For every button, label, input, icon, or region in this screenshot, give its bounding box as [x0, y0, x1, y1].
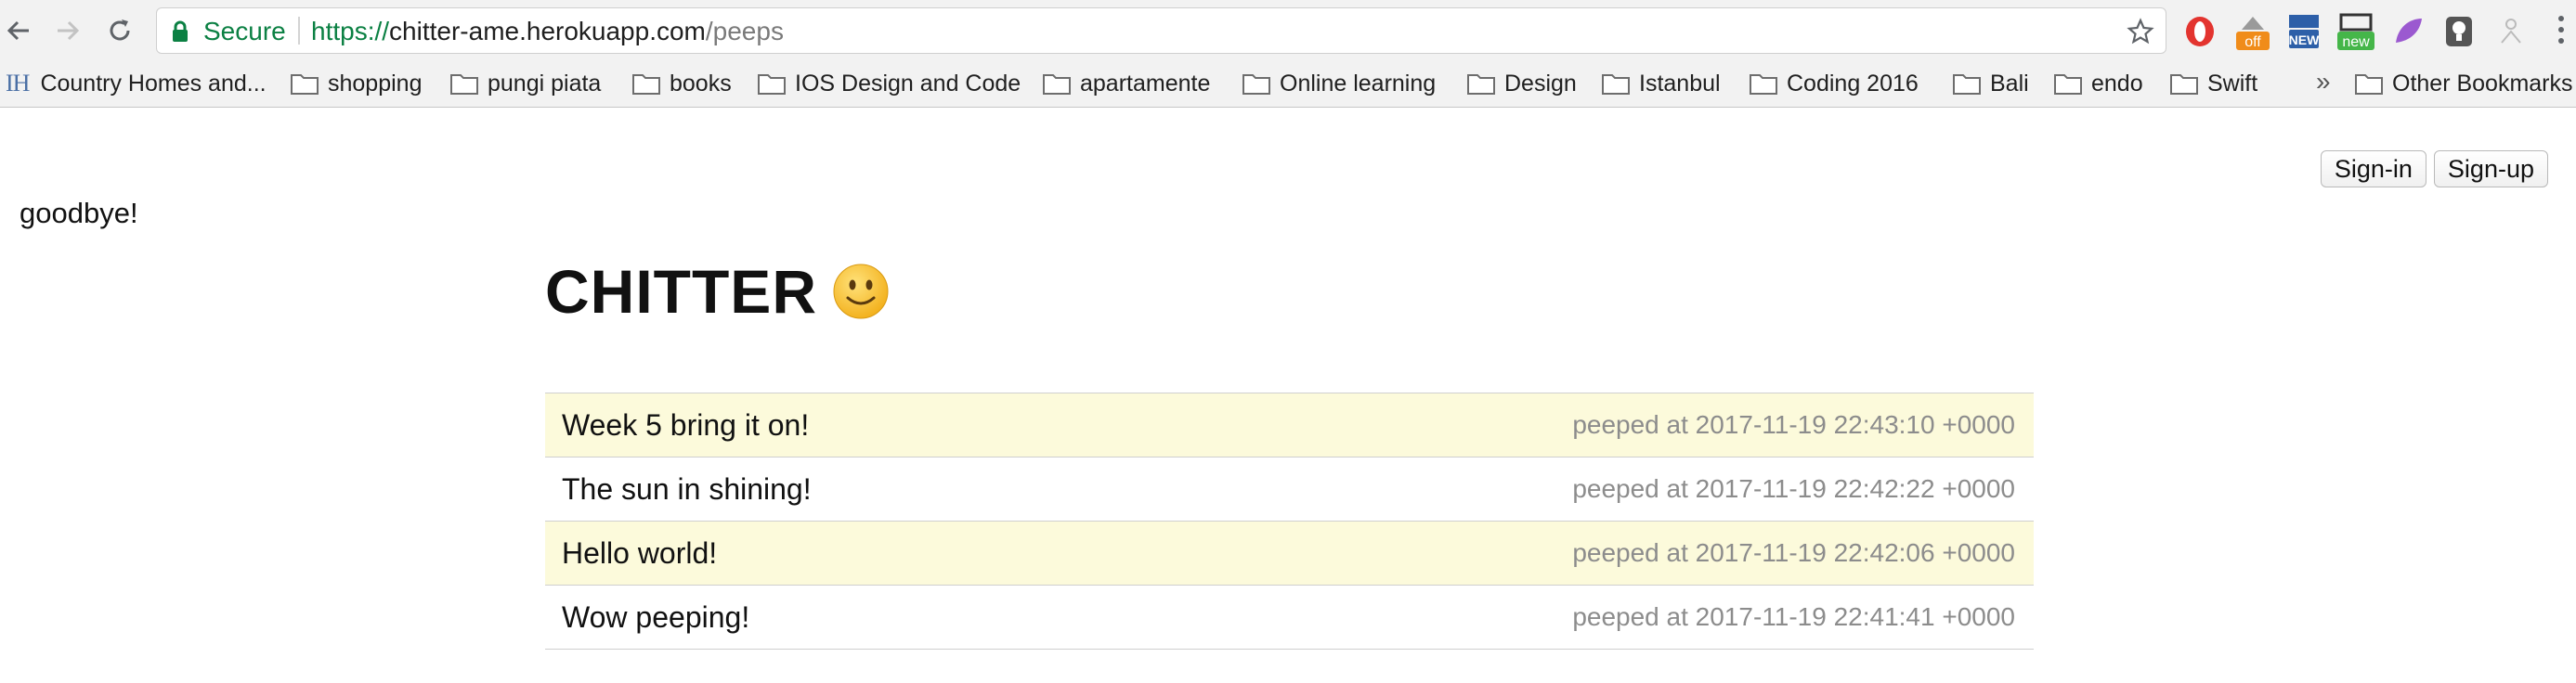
bookmark-folder[interactable]: Design — [1467, 67, 1577, 100]
smiley-face-icon — [833, 264, 889, 319]
url-host: chitter-ame.herokuapp.com — [389, 17, 706, 45]
honey-off-icon[interactable]: off — [2232, 11, 2273, 52]
bookmark-label: Istanbul — [1639, 70, 1721, 97]
flash-message: goodbye! — [20, 197, 138, 229]
url-scheme: https:// — [311, 17, 390, 45]
url-path: /peeps — [705, 17, 784, 45]
bookmark-folder[interactable]: Bali — [1953, 67, 2029, 100]
folder-icon — [758, 74, 786, 95]
bookmark-folder[interactable]: IOS Design and Code — [758, 67, 1021, 100]
folder-icon — [2355, 74, 2383, 95]
bookmark-label: apartamente — [1080, 70, 1211, 97]
bookmark-label: shopping — [328, 70, 423, 97]
peep-message: Wow peeping! — [562, 599, 750, 634]
bookmark-label: Swift — [2207, 70, 2258, 97]
site-favicon-icon: IH — [6, 70, 30, 97]
bookmark-label: Other Bookmarks — [2392, 70, 2573, 97]
address-bar[interactable]: Secure https://chitter-ame.herokuapp.com… — [156, 7, 2166, 54]
peep-message: The sun in shining! — [562, 471, 812, 506]
peep-timestamp: peeped at 2017-11-19 22:41:41 +0000 — [1572, 602, 2015, 631]
address-divider — [298, 17, 300, 45]
auth-buttons: Sign-in Sign-up — [2320, 150, 2548, 187]
other-bookmarks-folder[interactable]: Other Bookmarks — [2355, 67, 2573, 100]
sign-in-button[interactable]: Sign-in — [2320, 150, 2426, 187]
feather-icon[interactable] — [2388, 11, 2429, 52]
bookmark-label: Design — [1504, 70, 1577, 97]
peep-message: Hello world! — [562, 535, 718, 570]
bookmark-label: books — [670, 70, 732, 97]
folder-icon — [632, 74, 660, 95]
bookmark-label: Bali — [1990, 70, 2029, 97]
folder-icon — [2054, 74, 2082, 95]
lock-icon — [173, 20, 188, 42]
svg-text:off: off — [2244, 34, 2261, 50]
page-header: CHITTER — [545, 256, 890, 327]
bookmark-label: Coding 2016 — [1787, 70, 1919, 97]
secure-label: Secure — [203, 17, 286, 45]
peep-row: Wow peeping! peeped at 2017-11-19 22:41:… — [545, 586, 2034, 650]
bookmark-label: endo — [2091, 70, 2143, 97]
bookmark-star-icon[interactable] — [2127, 18, 2154, 45]
peep-row: Hello world! peeped at 2017-11-19 22:42:… — [545, 522, 2034, 586]
bookmarks-overflow-chevron[interactable]: » — [2316, 67, 2331, 97]
folder-icon — [1602, 74, 1630, 95]
bookmark-folder[interactable]: endo — [2054, 67, 2143, 100]
bookmarks-bar: IH Country Homes and... shopping pungi p… — [0, 61, 2576, 108]
browser-toolbar: Secure https://chitter-ame.herokuapp.com… — [0, 0, 2576, 61]
bookmark-label: IOS Design and Code — [795, 70, 1021, 97]
bulb-icon[interactable] — [2439, 11, 2479, 52]
folder-icon — [1467, 74, 1495, 95]
page-title: CHITTER — [545, 257, 817, 326]
new-badge-icon[interactable]: NEW — [2283, 11, 2324, 52]
bookmark-folder[interactable]: pungi piata — [450, 67, 601, 100]
reload-icon — [110, 19, 130, 41]
new-green-icon[interactable]: new — [2335, 11, 2376, 52]
bookmark-folder[interactable]: books — [632, 67, 732, 100]
peep-message: Week 5 bring it on! — [562, 407, 810, 442]
bookmark-item[interactable]: IH Country Homes and... — [6, 67, 267, 100]
folder-icon — [291, 74, 319, 95]
peep-timestamp: peeped at 2017-11-19 22:43:10 +0000 — [1572, 410, 2015, 439]
peep-timestamp: peeped at 2017-11-19 22:42:06 +0000 — [1572, 538, 2015, 567]
folder-icon — [1242, 74, 1270, 95]
folder-icon — [2170, 74, 2198, 95]
peep-row: The sun in shining! peeped at 2017-11-19… — [545, 457, 2034, 522]
folder-icon — [1043, 74, 1071, 95]
bookmark-folder[interactable]: Istanbul — [1602, 67, 1721, 100]
bookmark-folder[interactable]: shopping — [291, 67, 422, 100]
back-button[interactable] — [0, 12, 37, 49]
sign-up-button[interactable]: Sign-up — [2433, 150, 2548, 187]
url-text[interactable]: https://chitter-ame.herokuapp.com/peeps — [311, 17, 784, 46]
bookmark-label: Online learning — [1280, 70, 1437, 97]
bookmark-folder[interactable]: Coding 2016 — [1750, 67, 1919, 100]
folder-icon — [1953, 74, 1981, 95]
person-icon[interactable] — [2491, 11, 2531, 52]
opera-icon[interactable] — [2179, 11, 2220, 52]
browser-menu-icon[interactable] — [2556, 13, 2567, 46]
svg-text:new: new — [2342, 34, 2370, 50]
reload-button[interactable] — [101, 12, 138, 49]
bookmark-label: Country Homes and... — [40, 70, 267, 97]
back-arrow-icon — [7, 20, 29, 41]
bookmark-folder[interactable]: Swift — [2170, 67, 2257, 100]
folder-icon — [450, 74, 478, 95]
folder-icon — [1750, 74, 1777, 95]
peeps-list: Week 5 bring it on! peeped at 2017-11-19… — [545, 393, 2034, 650]
bookmark-folder[interactable]: Online learning — [1242, 67, 1436, 100]
forward-arrow-icon — [58, 20, 80, 41]
bookmark-folder[interactable]: apartamente — [1043, 67, 1210, 100]
peep-timestamp: peeped at 2017-11-19 22:42:22 +0000 — [1572, 474, 2015, 503]
bookmark-label: pungi piata — [488, 70, 602, 97]
peep-row: Week 5 bring it on! peeped at 2017-11-19… — [545, 393, 2034, 457]
forward-button[interactable] — [49, 12, 86, 49]
svg-text:NEW: NEW — [2289, 32, 2320, 47]
